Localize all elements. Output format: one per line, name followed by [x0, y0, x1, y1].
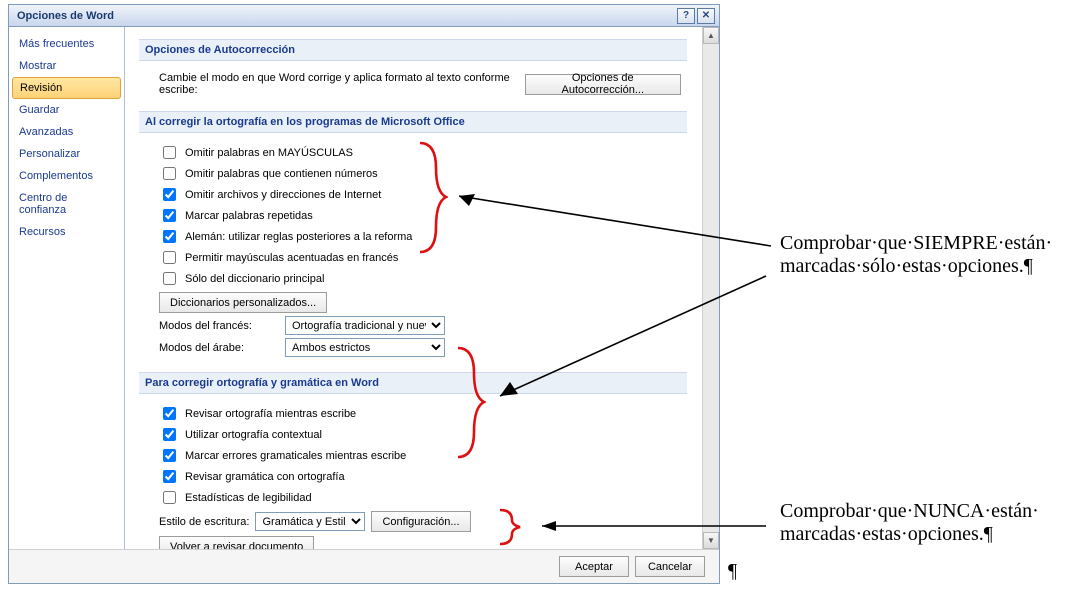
section-autocorrect-header: Opciones de Autocorrección — [139, 39, 687, 61]
cancel-button[interactable]: Cancelar — [635, 556, 705, 577]
content: Opciones de Autocorrección Cambie el mod… — [125, 27, 701, 549]
options-dialog: Opciones de Word ? ✕ Más frecuentes Most… — [8, 4, 720, 584]
sidebar-item-frecuentes[interactable]: Más frecuentes — [9, 33, 124, 55]
sidebar-item-revision[interactable]: Revisión — [12, 77, 121, 99]
scroll-down-button[interactable]: ▼ — [703, 532, 719, 549]
sidebar-item-guardar[interactable]: Guardar — [9, 99, 124, 121]
chk-readability[interactable]: Estadísticas de legibilidad — [159, 488, 681, 507]
chk-contextual[interactable]: Utilizar ortografía contextual — [159, 425, 681, 444]
chk-french-caps[interactable]: Permitir mayúsculas acentuadas en francé… — [159, 248, 681, 267]
help-button[interactable]: ? — [677, 8, 695, 24]
chk-german-rules-box[interactable] — [163, 230, 176, 243]
chk-grammar-with-spell-box[interactable] — [163, 470, 176, 483]
chk-readability-box[interactable] — [163, 491, 176, 504]
french-modes-label: Modos del francés: — [159, 320, 279, 332]
chk-omit-urls[interactable]: Omitir archivos y direcciones de Interne… — [159, 185, 681, 204]
content-wrap: Opciones de Autocorrección Cambie el mod… — [125, 27, 719, 549]
french-modes-select[interactable]: Ortografía tradicional y nueva — [285, 316, 445, 335]
chk-check-as-type[interactable]: Revisar ortografía mientras escribe — [159, 404, 681, 423]
sidebar-item-mostrar[interactable]: Mostrar — [9, 55, 124, 77]
recheck-button[interactable]: Volver a revisar documento — [159, 536, 314, 549]
arabic-modes-label: Modos del árabe: — [159, 342, 279, 354]
chk-omit-numbers[interactable]: Omitir palabras que contienen números — [159, 164, 681, 183]
trailing-pilcrow: ¶ — [728, 560, 737, 583]
titlebar: Opciones de Word ? ✕ — [9, 5, 719, 27]
autocorrect-options-label: Opciones de Autocorrección... — [536, 72, 670, 96]
chk-main-dict-only-box[interactable] — [163, 272, 176, 285]
close-button[interactable]: ✕ — [697, 8, 715, 24]
titlebar-text: Opciones de Word — [13, 10, 675, 22]
scroll-up-button[interactable]: ▲ — [703, 27, 719, 44]
sidebar-item-recursos[interactable]: Recursos — [9, 221, 124, 243]
ok-button[interactable]: Aceptar — [559, 556, 629, 577]
chk-contextual-box[interactable] — [163, 428, 176, 441]
chk-repeated-words[interactable]: Marcar palabras repetidas — [159, 206, 681, 225]
sidebar-item-confianza[interactable]: Centro de confianza — [9, 187, 124, 221]
section-spelling-office-header: Al corregir la ortografía en los program… — [139, 111, 687, 133]
chk-french-caps-box[interactable] — [163, 251, 176, 264]
chk-main-dict-only[interactable]: Sólo del diccionario principal — [159, 269, 681, 288]
sidebar-item-personalizar[interactable]: Personalizar — [9, 143, 124, 165]
annotation-bottom: Comprobar·que·NUNCA·están· marcadas·esta… — [780, 500, 1039, 546]
writing-style-select[interactable]: Gramática y Estilo — [255, 512, 365, 531]
chk-grammar-as-type-box[interactable] — [163, 449, 176, 462]
arabic-modes-select[interactable]: Ambos estrictos — [285, 338, 445, 357]
chk-check-as-type-box[interactable] — [163, 407, 176, 420]
writing-style-label: Estilo de escritura: — [159, 516, 249, 528]
vertical-scrollbar[interactable]: ▲ ▼ — [702, 27, 719, 549]
chk-omit-numbers-box[interactable] — [163, 167, 176, 180]
chk-grammar-as-type[interactable]: Marcar errores gramaticales mientras esc… — [159, 446, 681, 465]
chk-omit-urls-box[interactable] — [163, 188, 176, 201]
chk-omit-uppercase[interactable]: Omitir palabras en MAYÚSCULAS — [159, 143, 681, 162]
annotation-top: Comprobar·que·SIEMPRE·están· marcadas·só… — [780, 232, 1052, 278]
sidebar-item-complementos[interactable]: Complementos — [9, 165, 124, 187]
config-button[interactable]: Configuración... — [371, 511, 470, 532]
dialog-body: Más frecuentes Mostrar Revisión Guardar … — [9, 27, 719, 549]
sidebar: Más frecuentes Mostrar Revisión Guardar … — [9, 27, 125, 549]
custom-dictionaries-button[interactable]: Diccionarios personalizados... — [159, 292, 327, 313]
chk-repeated-words-box[interactable] — [163, 209, 176, 222]
autocorrect-options-button[interactable]: Opciones de Autocorrección... — [525, 74, 681, 95]
button-bar: Aceptar Cancelar — [9, 549, 719, 583]
autocorrect-desc: Cambie el modo en que Word corrige y apl… — [159, 72, 519, 96]
chk-omit-uppercase-box[interactable] — [163, 146, 176, 159]
chk-german-rules[interactable]: Alemán: utilizar reglas posteriores a la… — [159, 227, 681, 246]
section-spelling-word-header: Para corregir ortografía y gramática en … — [139, 372, 687, 394]
sidebar-item-avanzadas[interactable]: Avanzadas — [9, 121, 124, 143]
scroll-track[interactable] — [703, 44, 719, 532]
chk-grammar-with-spell[interactable]: Revisar gramática con ortografía — [159, 467, 681, 486]
